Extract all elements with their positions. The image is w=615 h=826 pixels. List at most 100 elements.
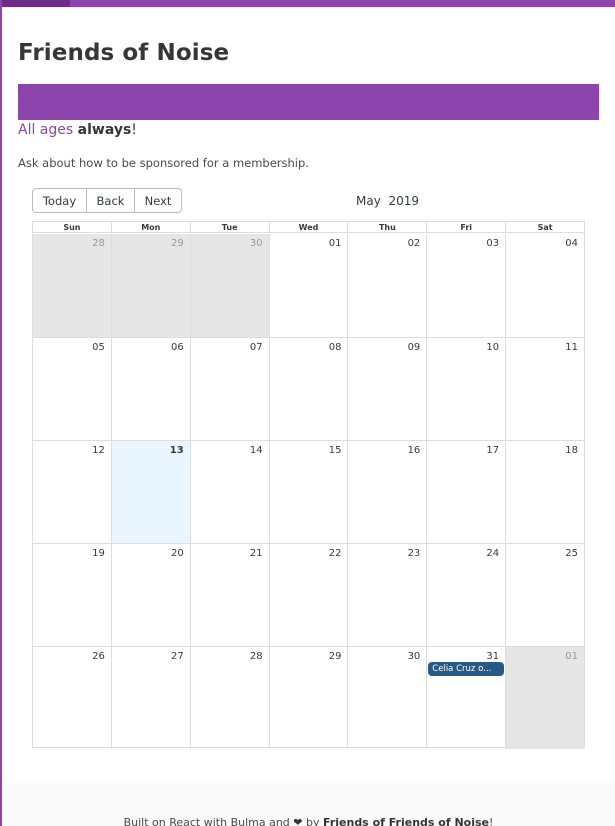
day-number[interactable]: 29 — [171, 238, 184, 249]
day-number[interactable]: 15 — [329, 445, 342, 456]
weekday-sun: Sun — [63, 223, 81, 232]
day-cell[interactable]: 30 — [189, 234, 269, 337]
day-number[interactable]: 05 — [92, 342, 105, 353]
day-number[interactable]: 07 — [250, 342, 263, 353]
day-number[interactable]: 02 — [408, 238, 421, 249]
footer-prefix: Built on React with Bulma and — [123, 816, 294, 826]
day-cell[interactable]: 16 — [347, 441, 426, 543]
day-cell[interactable]: 12 — [33, 441, 111, 543]
day-number[interactable]: 12 — [92, 445, 105, 456]
day-cell[interactable]: 19 — [33, 544, 111, 646]
day-number[interactable]: 03 — [486, 238, 499, 249]
day-cell[interactable]: 03 — [426, 234, 505, 337]
day-cell[interactable]: 04 — [505, 234, 584, 337]
day-number[interactable]: 26 — [92, 651, 105, 662]
day-number[interactable]: 24 — [486, 548, 499, 559]
day-cell[interactable]: 29 — [268, 647, 348, 749]
top-bar-segment — [2, 0, 70, 7]
day-cell[interactable]: 27 — [110, 647, 190, 749]
day-number[interactable]: 16 — [408, 445, 421, 456]
day-cell[interactable]: 17 — [426, 441, 505, 543]
day-number[interactable]: 01 — [329, 238, 342, 249]
day-cell[interactable]: 31 Celia Cruz o... — [426, 647, 505, 749]
day-cell[interactable]: 24 — [426, 544, 505, 646]
day-number[interactable]: 11 — [565, 342, 578, 353]
membership-note: Ask about how to be sponsored for a memb… — [18, 156, 309, 170]
tagline-suffix: ! — [131, 122, 137, 138]
day-number[interactable]: 10 — [486, 342, 499, 353]
day-number[interactable]: 27 — [171, 651, 184, 662]
footer-text: Built on React with Bulma and ❤ by Frien… — [2, 816, 615, 826]
footer: Built on React with Bulma and ❤ by Frien… — [2, 783, 615, 826]
back-button[interactable]: Back — [87, 188, 135, 213]
day-cell[interactable]: 08 — [268, 338, 348, 440]
next-button[interactable]: Next — [135, 188, 182, 213]
day-cell[interactable]: 11 — [505, 338, 584, 440]
day-number[interactable]: 28 — [250, 651, 263, 662]
day-number[interactable]: 19 — [92, 548, 105, 559]
brand-banner — [18, 84, 599, 120]
page-title: Friends of Noise — [18, 40, 230, 66]
day-cell[interactable]: 06 — [110, 338, 190, 440]
day-cell[interactable]: 28 — [33, 234, 111, 337]
today-button[interactable]: Today — [32, 188, 87, 213]
day-cell[interactable]: 14 — [189, 441, 269, 543]
today-cell[interactable]: 13 — [110, 441, 190, 543]
day-number[interactable]: 01 — [565, 651, 578, 662]
weekday-fri: Fri — [426, 222, 505, 232]
day-cell[interactable]: 21 — [189, 544, 269, 646]
day-cell[interactable]: 29 — [110, 234, 190, 337]
footer-org-link[interactable]: Friends of Friends of Noise — [323, 816, 489, 826]
week-row: 19 20 21 22 23 24 25 — [33, 543, 584, 646]
page-frame-left — [0, 0, 2, 826]
day-number[interactable]: 06 — [171, 342, 184, 353]
day-number[interactable]: 28 — [92, 238, 105, 249]
day-cell[interactable]: 30 — [347, 647, 426, 749]
day-cell[interactable]: 23 — [347, 544, 426, 646]
day-number[interactable]: 08 — [329, 342, 342, 353]
day-cell[interactable]: 02 — [347, 234, 426, 337]
weekday-wed: Wed — [268, 222, 348, 232]
day-cell[interactable]: 22 — [268, 544, 348, 646]
day-number[interactable]: 20 — [171, 548, 184, 559]
day-cell[interactable]: 09 — [347, 338, 426, 440]
footer-by: by — [302, 816, 324, 826]
day-number[interactable]: 25 — [565, 548, 578, 559]
weekday-header: Sun Mon Tue Wed Thu Fri Sat — [33, 222, 584, 233]
calendar-event[interactable]: Celia Cruz o... — [428, 662, 505, 676]
day-number[interactable]: 14 — [250, 445, 263, 456]
day-cell[interactable]: 07 — [189, 338, 269, 440]
tagline-emphasis: always — [77, 122, 132, 138]
tagline-prefix: All ages — [18, 122, 78, 138]
day-number[interactable]: 21 — [250, 548, 263, 559]
weekday-thu: Thu — [347, 222, 426, 232]
top-progress-bar — [0, 0, 615, 7]
weekday-mon: Mon — [110, 222, 190, 232]
day-number[interactable]: 13 — [170, 445, 184, 456]
day-number[interactable]: 31 — [486, 651, 499, 662]
calendar-toolbar: Today Back Next — [32, 188, 182, 213]
weekday-tue: Tue — [189, 222, 269, 232]
day-number[interactable]: 30 — [250, 238, 263, 249]
day-cell[interactable]: 28 — [189, 647, 269, 749]
day-cell[interactable]: 18 — [505, 441, 584, 543]
day-cell[interactable]: 15 — [268, 441, 348, 543]
day-cell[interactable]: 10 — [426, 338, 505, 440]
day-number[interactable]: 18 — [565, 445, 578, 456]
day-number[interactable]: 09 — [408, 342, 421, 353]
day-cell[interactable]: 25 — [505, 544, 584, 646]
day-number[interactable]: 17 — [486, 445, 499, 456]
day-cell[interactable]: 01 — [505, 647, 585, 749]
week-row: 12 13 14 15 16 17 18 — [33, 440, 584, 543]
day-number[interactable]: 04 — [565, 238, 578, 249]
day-cell[interactable]: 26 — [33, 647, 111, 749]
day-cell[interactable]: 01 — [268, 234, 348, 337]
day-number[interactable]: 23 — [408, 548, 421, 559]
day-number[interactable]: 30 — [408, 651, 421, 662]
day-number[interactable]: 22 — [329, 548, 342, 559]
month-label: May 2019 — [356, 194, 419, 208]
day-number[interactable]: 29 — [329, 651, 342, 662]
day-cell[interactable]: 20 — [110, 544, 190, 646]
day-cell[interactable]: 05 — [33, 338, 111, 440]
footer-suffix: ! — [489, 816, 494, 826]
